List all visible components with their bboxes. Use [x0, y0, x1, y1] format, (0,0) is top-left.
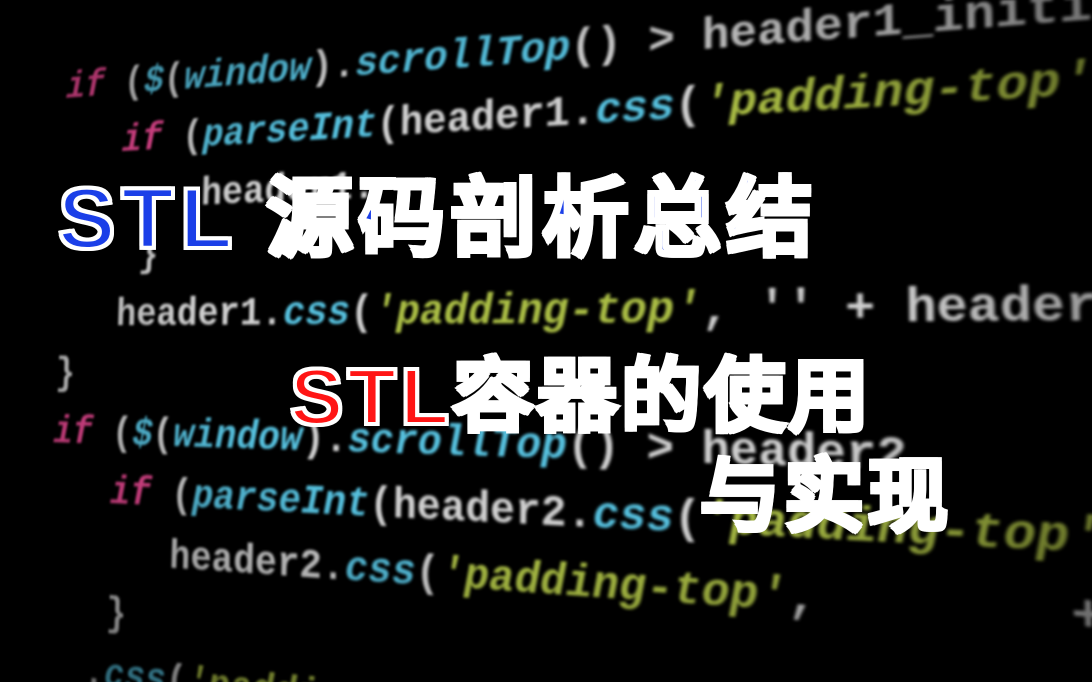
keyword-if: if [121, 117, 162, 162]
code-line: header1. [61, 164, 376, 222]
code-background: header0_initialPadding if ($(window).scr… [0, 0, 1092, 682]
keyword-if: if [51, 469, 152, 518]
keyword-if: if [53, 410, 93, 454]
brace: } [46, 587, 127, 638]
keyword-if: if [66, 64, 106, 109]
brace: } [55, 352, 76, 395]
brace: } [59, 234, 159, 279]
